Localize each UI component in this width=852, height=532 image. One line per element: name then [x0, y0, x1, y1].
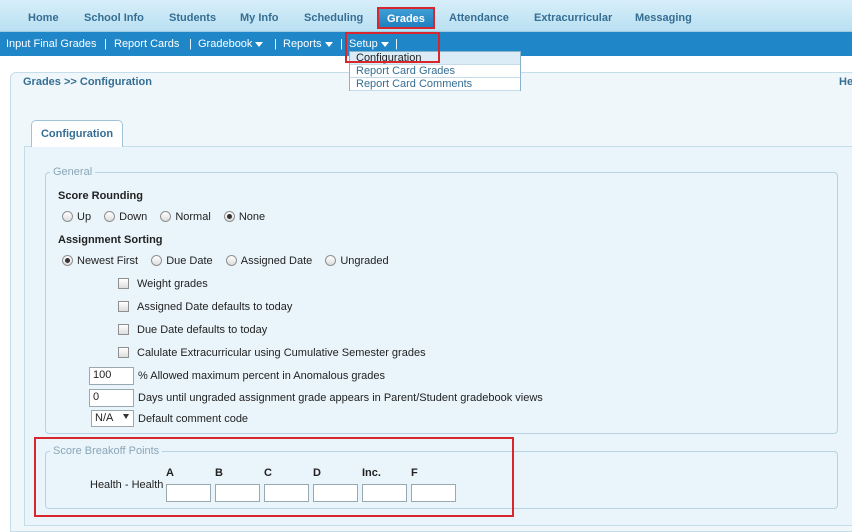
default-comment-code-label: Default comment code: [138, 413, 249, 425]
default-comment-code-select[interactable]: N/A: [91, 410, 134, 427]
assignment-sorting-label: Assignment Sorting: [58, 234, 163, 246]
checkbox-icon[interactable]: [118, 347, 129, 358]
radio-icon[interactable]: [160, 211, 172, 222]
score-rounding-down[interactable]: Down: [104, 211, 147, 223]
setup-highlight: [345, 32, 440, 63]
score-rounding-normal[interactable]: Normal: [160, 211, 211, 223]
top-navigation: Home School Info Students My Info Schedu…: [0, 0, 852, 32]
menu-item-report-card-grades[interactable]: Report Card Grades: [350, 65, 520, 78]
checkbox-icon[interactable]: [118, 324, 129, 335]
subnav-reports-label: Reports: [283, 38, 322, 50]
radio-icon[interactable]: [104, 211, 116, 222]
grade-c-input[interactable]: [264, 484, 309, 502]
subnav-gradebook[interactable]: Gradebook: [198, 38, 264, 50]
radio-icon[interactable]: [62, 211, 73, 222]
subnav-separator: |: [340, 38, 343, 50]
subnav-reports[interactable]: Reports: [283, 38, 333, 50]
menu-item-report-card-comments[interactable]: Report Card Comments: [350, 78, 520, 91]
checkbox-icon[interactable]: [118, 301, 129, 312]
score-rounding-options: Up Down Normal None: [62, 211, 275, 223]
subnav-input-final-grades[interactable]: Input Final Grades: [6, 38, 97, 50]
nav-attendance[interactable]: Attendance: [449, 12, 509, 24]
grade-b-input[interactable]: [215, 484, 260, 502]
assignment-sorting-options: Newest First Due Date Assigned Date Ungr…: [62, 255, 399, 267]
grade-header-b: B: [215, 467, 223, 479]
grade-header-inc: Inc.: [362, 467, 381, 479]
score-breakoff-row-label: Health - Health: [90, 479, 164, 491]
radio-icon[interactable]: [225, 255, 237, 266]
nav-messaging[interactable]: Messaging: [635, 12, 692, 24]
tab-configuration[interactable]: Configuration: [31, 120, 123, 147]
grade-header-a: A: [166, 467, 174, 479]
score-rounding-label: Score Rounding: [58, 190, 143, 202]
score-breakoff-highlight: [34, 437, 514, 517]
sort-due-date[interactable]: Due Date: [151, 255, 213, 267]
score-rounding-up[interactable]: Up: [62, 211, 91, 223]
sort-newest-first[interactable]: Newest First: [62, 255, 138, 267]
assigned-date-default-option[interactable]: Assigned Date defaults to today: [118, 301, 292, 313]
nav-grades[interactable]: Grades: [377, 7, 435, 29]
grade-a-input[interactable]: [166, 484, 211, 502]
general-legend: General: [53, 166, 93, 178]
radio-checked-icon[interactable]: [62, 255, 73, 266]
subnav-gradebook-label: Gradebook: [198, 38, 253, 50]
chevron-down-icon: [123, 414, 129, 419]
select-value: N/A: [95, 412, 114, 424]
nav-school-info[interactable]: School Info: [84, 12, 144, 24]
due-date-default-option[interactable]: Due Date defaults to today: [118, 324, 267, 336]
radio-checked-icon[interactable]: [223, 211, 235, 222]
grade-header-f: F: [411, 467, 418, 479]
allowed-max-percent-input[interactable]: 100: [89, 367, 134, 385]
subnav-separator: |: [274, 38, 277, 50]
nav-scheduling[interactable]: Scheduling: [304, 12, 363, 24]
help-link[interactable]: He: [839, 76, 852, 88]
grade-d-input[interactable]: [313, 484, 358, 502]
grade-header-c: C: [264, 467, 272, 479]
checkbox-icon[interactable]: [118, 278, 129, 289]
weight-grades-option[interactable]: Weight grades: [118, 278, 208, 290]
grade-inc-input[interactable]: [362, 484, 407, 502]
subnav-report-cards[interactable]: Report Cards: [114, 38, 179, 50]
breadcrumb: Grades >> Configuration: [23, 76, 152, 88]
nav-extracurricular[interactable]: Extracurricular: [534, 12, 612, 24]
sort-ungraded[interactable]: Ungraded: [325, 255, 389, 267]
grade-header-d: D: [313, 467, 321, 479]
grade-f-input[interactable]: [411, 484, 456, 502]
score-rounding-none[interactable]: None: [223, 211, 265, 223]
allowed-max-percent-label: % Allowed maximum percent in Anomalous g…: [138, 370, 386, 382]
radio-icon[interactable]: [151, 255, 163, 266]
subnav-separator: |: [104, 38, 107, 50]
days-until-ungraded-input[interactable]: 0: [89, 389, 134, 407]
radio-icon[interactable]: [325, 255, 337, 266]
nav-students[interactable]: Students: [169, 12, 216, 24]
chevron-down-icon: [255, 41, 264, 47]
sort-assigned-date[interactable]: Assigned Date: [225, 255, 312, 267]
days-until-ungraded-label: Days until ungraded assignment grade app…: [138, 392, 543, 404]
nav-home[interactable]: Home: [28, 12, 59, 24]
extracurricular-cumulative-option[interactable]: Calulate Extracurricular using Cumulativ…: [118, 347, 426, 359]
nav-my-info[interactable]: My Info: [240, 12, 279, 24]
chevron-down-icon: [324, 41, 333, 47]
subnav-separator: |: [189, 38, 192, 50]
